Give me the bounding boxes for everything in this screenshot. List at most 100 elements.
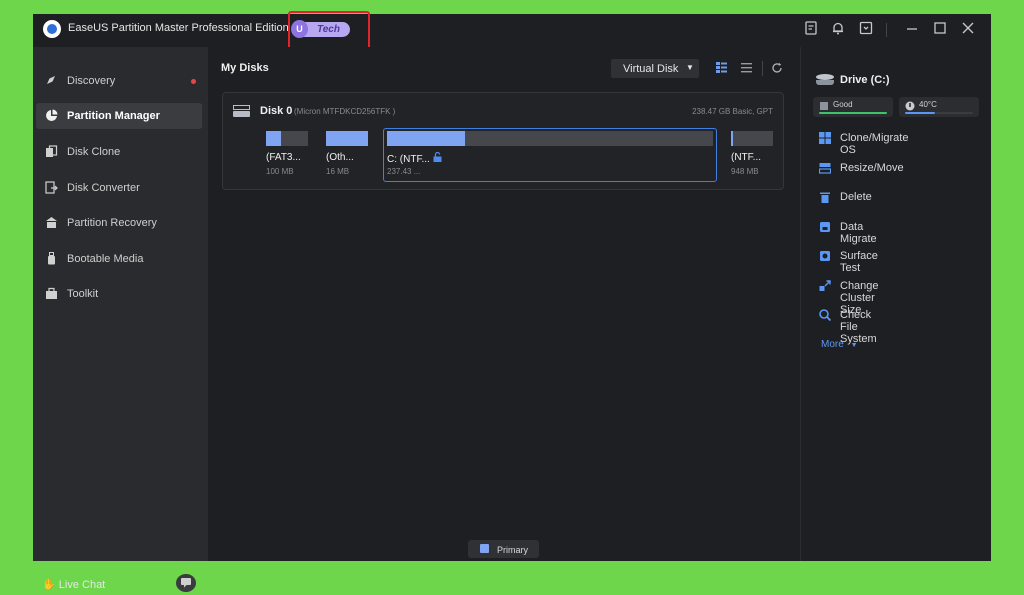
more-label: More [821, 339, 844, 350]
app-title: EaseUS Partition Master Professional Edi… [68, 22, 289, 34]
sidebar-item-partition-manager[interactable]: Partition Manager [36, 103, 202, 129]
thermometer-icon [905, 101, 915, 111]
legend-label: Primary [497, 545, 528, 555]
grid-view-icon[interactable] [714, 62, 728, 76]
partition-name-row: C: (NTF... [387, 151, 442, 165]
windows-icon [818, 132, 831, 145]
partition-usage-fill [326, 131, 368, 146]
page-title: My Disks [221, 62, 269, 74]
unlock-icon [433, 151, 442, 165]
sidebar-item-bootable-media[interactable]: Bootable Media [36, 246, 202, 272]
partition-bar [387, 131, 713, 146]
minimize-to-tray-icon[interactable] [858, 21, 874, 37]
main-panel: My Disks Virtual Disk ▼ Disk 0 (Micron M… [208, 47, 800, 561]
partition-legend: Primary [468, 540, 539, 558]
compass-icon [45, 74, 58, 87]
disk-model: (Micron MTFDKCD256TFK ) [294, 107, 396, 116]
maximize-icon[interactable] [932, 21, 948, 37]
toolbar-divider [762, 61, 763, 76]
partition-name: (Oth... [326, 152, 354, 163]
partition-name: (FAT3... [266, 152, 301, 163]
titlebar-divider [886, 23, 887, 37]
trash-icon [818, 191, 831, 204]
title-bar: EaseUS Partition Master Professional Edi… [33, 11, 991, 52]
partition-bar [266, 131, 308, 146]
feedback-icon[interactable] [803, 21, 819, 37]
sidebar-item-partition-recovery[interactable]: Partition Recovery [36, 210, 202, 236]
partition-usage-fill [387, 131, 465, 146]
action-label: Delete [840, 191, 872, 203]
chat-bubble-icon[interactable] [176, 574, 196, 592]
wave-hand-icon: ✋ [42, 579, 56, 591]
virtual-disk-dropdown[interactable]: Virtual Disk ▼ [611, 59, 699, 78]
hard-disk-icon [233, 105, 250, 117]
sidebar-item-disk-clone[interactable]: Disk Clone [36, 139, 202, 165]
partition-name: C: (NTF... [387, 154, 430, 165]
partition-name: (NTF... [731, 152, 761, 163]
caret-down-icon: ▼ [850, 342, 858, 349]
list-view-icon[interactable] [739, 62, 753, 76]
surface-test-icon [818, 250, 831, 263]
partition-size: 100 MB [266, 167, 294, 176]
action-label: Data Migrate [840, 221, 877, 245]
disk-health-icon [819, 101, 829, 111]
minimize-icon[interactable] [904, 21, 920, 37]
temperature-bar [905, 112, 935, 114]
sidebar-item-disk-converter[interactable]: Disk Converter [36, 175, 202, 201]
disk-card[interactable]: Disk 0 (Micron MTFDKCD256TFK ) 238.47 GB… [222, 92, 784, 190]
sidebar-item-label: Discovery [67, 75, 116, 87]
dropdown-arrow-icon: ▼ [686, 63, 694, 72]
sidebar-item-label: Partition Recovery [67, 217, 157, 229]
notification-dot [191, 79, 196, 84]
drive-icon [816, 74, 834, 86]
more-button[interactable]: More ▼ [821, 339, 858, 350]
health-status: Good [813, 97, 893, 117]
disk-name: Disk 0 [260, 105, 293, 117]
temperature-bar-track [935, 112, 973, 114]
bell-icon[interactable] [830, 21, 846, 37]
sidebar-item-label: Toolkit [67, 288, 99, 300]
partition-size: 16 MB [326, 167, 350, 176]
right-panel: Drive (C:) Good 40°C Clone/Migrate OS Re… [800, 47, 991, 561]
cluster-icon [818, 280, 831, 293]
convert-icon [45, 181, 58, 194]
app-window: EaseUS Partition Master Professional Edi… [33, 11, 991, 592]
sidebar-item-label: Disk Clone [67, 146, 121, 158]
partition-bar [326, 131, 368, 146]
temperature-label: 40°C [919, 100, 937, 109]
action-label: Resize/Move [840, 162, 904, 174]
action-label: Surface Test [840, 250, 878, 274]
highlight-box [288, 11, 370, 52]
partition-bar [731, 131, 773, 146]
virtual-disk-label: Virtual Disk [623, 63, 679, 75]
primary-swatch [480, 544, 489, 553]
recovery-icon [45, 216, 58, 229]
clone-icon [45, 145, 58, 158]
sidebar-item-label: Disk Converter [67, 182, 140, 194]
pie-chart-icon [45, 109, 58, 122]
partition-usage-fill [731, 131, 733, 146]
live-chat-button[interactable]: ✋ Live Chat [42, 578, 105, 591]
sidebar-item-discovery[interactable]: Discovery [36, 68, 202, 94]
partition-usage-fill [266, 131, 281, 146]
refresh-icon[interactable] [770, 62, 784, 76]
check-fs-icon [818, 309, 831, 322]
sidebar-item-label: Partition Manager [67, 110, 160, 122]
sidebar-item-label: Bootable Media [67, 253, 144, 265]
partition-size: 948 MB [731, 167, 759, 176]
live-chat-label: Live Chat [58, 579, 106, 591]
toolkit-icon [45, 287, 58, 300]
usb-icon [45, 252, 58, 265]
temperature-status: 40°C [899, 97, 979, 117]
health-label: Good [833, 100, 853, 109]
resize-icon [818, 162, 831, 175]
sidebar: Discovery Partition Manager Disk Clone D… [33, 47, 208, 592]
drive-title: Drive (C:) [840, 74, 890, 86]
close-icon[interactable] [960, 21, 976, 37]
health-bar [819, 112, 887, 114]
app-logo-icon [43, 20, 61, 38]
action-label: Clone/Migrate OS [840, 132, 909, 156]
partition-size: 237.43 ... [387, 167, 421, 176]
migrate-icon [818, 221, 831, 234]
sidebar-item-toolkit[interactable]: Toolkit [36, 281, 202, 307]
